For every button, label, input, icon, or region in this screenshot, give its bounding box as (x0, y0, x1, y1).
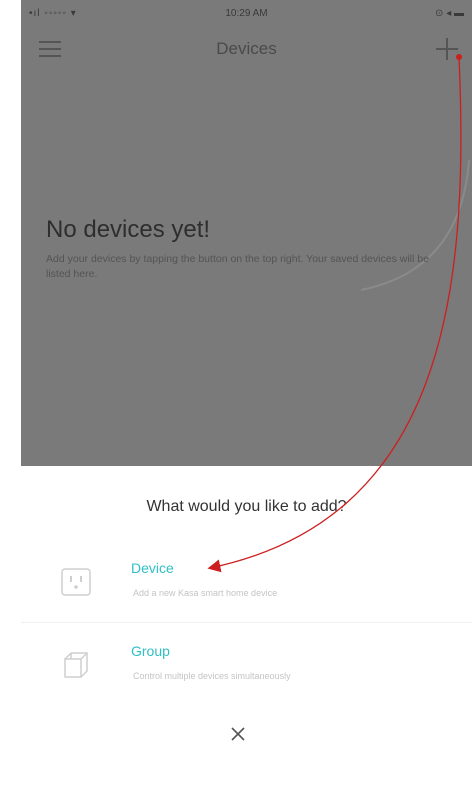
status-bar: •ıl ◦◦◦◦◦ ▾ 10:29 AM ⊙ ◂ ▬ (21, 0, 472, 26)
status-time: 10:29 AM (225, 8, 268, 19)
sheet-title: What would you like to add? (146, 498, 347, 515)
smart-plug-icon (61, 568, 91, 596)
nav-bar: Devices (21, 26, 472, 74)
device-option-label: Device (131, 560, 174, 576)
empty-state-description: Add your devices by tapping the button o… (46, 253, 429, 280)
add-device-option[interactable]: Device Add a new Kasa smart home device (21, 540, 472, 622)
empty-state-title: No devices yet! (46, 216, 211, 243)
devices-screen: •ıl ◦◦◦◦◦ ▾ 10:29 AM ⊙ ◂ ▬ Devices No de… (21, 0, 472, 787)
page-title: Devices (216, 39, 277, 58)
device-option-sublabel: Add a new Kasa smart home device (133, 588, 278, 598)
decorative-arc-icon (360, 159, 470, 291)
add-device-plus-icon[interactable] (434, 36, 460, 62)
stacked-cubes-icon (64, 652, 88, 678)
group-option-label: Group (131, 643, 170, 659)
dimmed-background[interactable]: •ıl ◦◦◦◦◦ ▾ 10:29 AM ⊙ ◂ ▬ Devices No de… (21, 0, 472, 466)
add-group-option[interactable]: Group Control multiple devices simultane… (21, 622, 472, 705)
add-action-sheet: What would you like to add? Device Add a… (21, 466, 472, 787)
battery-indicator: ⊙ ◂ ▬ (435, 8, 464, 19)
close-icon[interactable] (226, 722, 250, 746)
group-option-sublabel: Control multiple devices simultaneously (133, 671, 291, 681)
